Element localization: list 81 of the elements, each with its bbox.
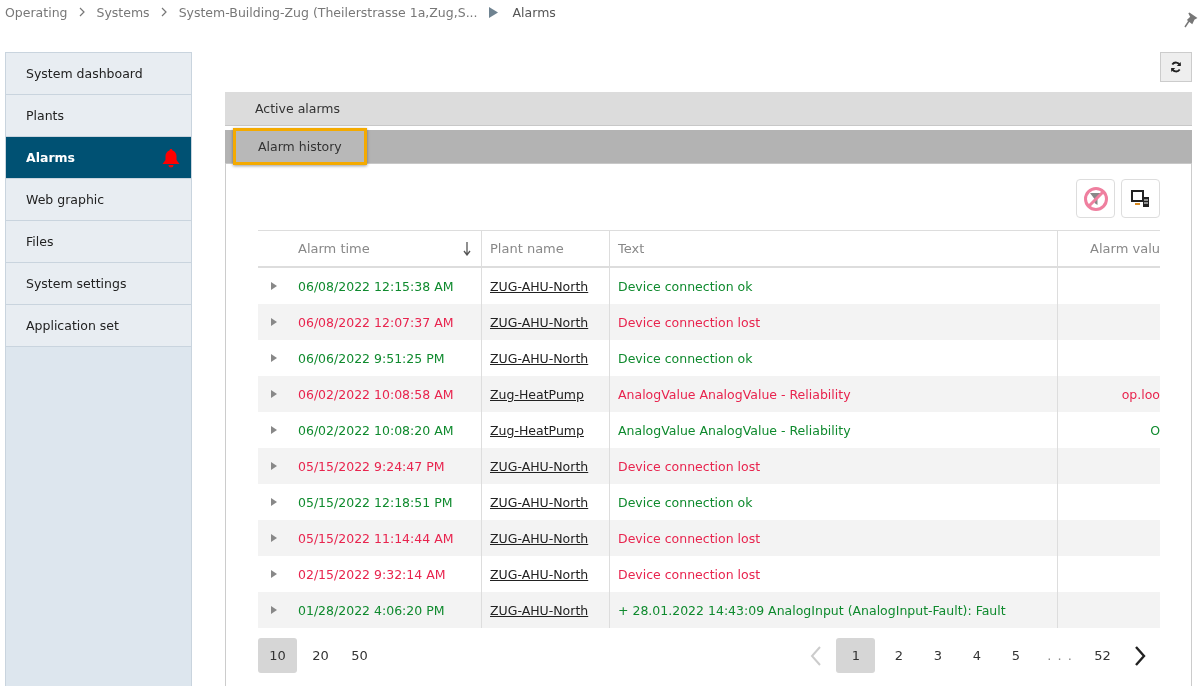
alarm-time: 05/15/2022 9:24:47 PM xyxy=(298,458,445,474)
alarm-text: Device connection lost xyxy=(618,566,761,582)
alarm-time: 06/02/2022 10:08:20 AM xyxy=(298,422,454,438)
expand-row-icon[interactable] xyxy=(271,570,277,578)
accordion-tab[interactable]: Alarm history xyxy=(233,128,367,165)
alarm-time: 06/08/2022 12:07:37 AM xyxy=(298,314,454,330)
page-button[interactable]: 2 xyxy=(883,638,915,673)
alarm-value: op.loo xyxy=(1121,386,1160,402)
alarm-text: Device connection lost xyxy=(618,530,761,546)
alarm-text: AnalogValue AnalogValue - Reliability xyxy=(618,422,851,438)
plant-link[interactable]: ZUG-AHU-North xyxy=(490,494,589,510)
expand-row-icon[interactable] xyxy=(271,390,277,398)
page-button[interactable]: 52 xyxy=(1087,638,1118,673)
plant-link[interactable]: ZUG-AHU-North xyxy=(490,602,589,618)
column-header[interactable]: Alarm valu xyxy=(1090,241,1160,256)
alarm-text: AnalogValue AnalogValue - Reliability xyxy=(618,386,851,402)
alarm-text: Device connection ok xyxy=(618,278,753,294)
page-size-button[interactable]: 20 xyxy=(305,638,336,673)
chevron-right-icon xyxy=(160,7,168,17)
clear-filter-button[interactable] xyxy=(1076,179,1115,218)
filter-off-icon xyxy=(1082,185,1109,212)
expand-row-icon[interactable] xyxy=(271,354,277,362)
expand-row-icon[interactable] xyxy=(271,498,277,506)
column-header[interactable]: Plant name xyxy=(490,241,564,256)
export-icon xyxy=(1130,189,1151,208)
sidebar-item[interactable]: Plants xyxy=(6,95,191,137)
column-header[interactable]: Text xyxy=(618,241,645,256)
page-button[interactable]: 4 xyxy=(961,638,993,673)
alarm-text: Device connection ok xyxy=(618,494,753,510)
alarm-time: 05/15/2022 11:14:44 AM xyxy=(298,530,454,546)
expand-row-icon[interactable] xyxy=(271,426,277,434)
breadcrumb-current: Alarms xyxy=(512,4,556,20)
sidebar-item[interactable]: Application set xyxy=(6,305,191,347)
page-button[interactable]: 3 xyxy=(922,638,954,673)
alarm-time: 01/28/2022 4:06:20 PM xyxy=(298,602,445,618)
plant-link[interactable]: ZUG-AHU-North xyxy=(490,314,589,330)
page-button[interactable]: 1 xyxy=(836,638,876,673)
plant-link[interactable]: ZUG-AHU-North xyxy=(490,566,589,582)
sidebar-item[interactable]: Web graphic xyxy=(6,179,191,221)
sidebar-item[interactable]: System settings xyxy=(6,263,191,305)
next-page-icon[interactable] xyxy=(1134,645,1146,666)
breadcrumb-link[interactable]: Systems xyxy=(96,4,150,20)
expand-row-icon[interactable] xyxy=(271,606,277,614)
pin-icon[interactable] xyxy=(1184,12,1198,28)
plant-link[interactable]: Zug-HeatPump xyxy=(490,386,584,402)
expand-row-icon[interactable] xyxy=(271,282,277,290)
sidebar-item[interactable]: System dashboard xyxy=(6,53,191,95)
sort-down-icon xyxy=(463,241,471,256)
alarm-value: O xyxy=(1150,422,1160,438)
plant-link[interactable]: ZUG-AHU-North xyxy=(490,278,589,294)
alarm-time: 05/15/2022 12:18:51 PM xyxy=(298,494,453,510)
column-header[interactable]: Alarm time xyxy=(298,241,370,256)
alarm-text: Device connection lost xyxy=(618,458,761,474)
plant-link[interactable]: Zug-HeatPump xyxy=(490,422,584,438)
refresh-icon xyxy=(1170,61,1182,73)
chevron-right-icon xyxy=(78,7,86,17)
breadcrumb-link[interactable]: System-Building-Zug (Theilerstrasse 1a,Zug,S... xyxy=(178,4,478,20)
page-size-button[interactable]: 10 xyxy=(258,638,297,673)
page-size-button[interactable]: 50 xyxy=(344,638,375,673)
alarm-text: + 28.01.2022 14:43:09 AnalogInput (AnalogInput-Fault): Fault xyxy=(618,602,1006,618)
triangle-right-icon xyxy=(488,6,498,18)
alarm-time: 06/02/2022 10:08:58 AM xyxy=(298,386,454,402)
accordion-tab[interactable]: Active alarms xyxy=(233,93,363,124)
alarm-time: 02/15/2022 9:32:14 AM xyxy=(298,566,446,582)
expand-row-icon[interactable] xyxy=(271,462,277,470)
alarm-text: Device connection ok xyxy=(618,350,753,366)
plant-link[interactable]: ZUG-AHU-North xyxy=(490,530,589,546)
plant-link[interactable]: ZUG-AHU-North xyxy=(490,350,589,366)
alarm-time: 06/06/2022 9:51:25 PM xyxy=(298,350,445,366)
pagination-ellipsis: . . . xyxy=(1047,648,1073,663)
sidebar-item[interactable]: Files xyxy=(6,221,191,263)
refresh-button[interactable] xyxy=(1160,52,1192,82)
plant-link[interactable]: ZUG-AHU-North xyxy=(490,458,589,474)
breadcrumb-link[interactable]: Operating xyxy=(5,4,68,20)
page-button[interactable]: 5 xyxy=(1000,638,1032,673)
sidebar-item[interactable]: Alarms xyxy=(6,137,191,179)
alarm-time: 06/08/2022 12:15:38 AM xyxy=(298,278,454,294)
expand-row-icon[interactable] xyxy=(271,534,277,542)
alarm-text: Device connection lost xyxy=(618,314,761,330)
export-button[interactable] xyxy=(1121,179,1160,218)
expand-row-icon[interactable] xyxy=(271,318,277,326)
